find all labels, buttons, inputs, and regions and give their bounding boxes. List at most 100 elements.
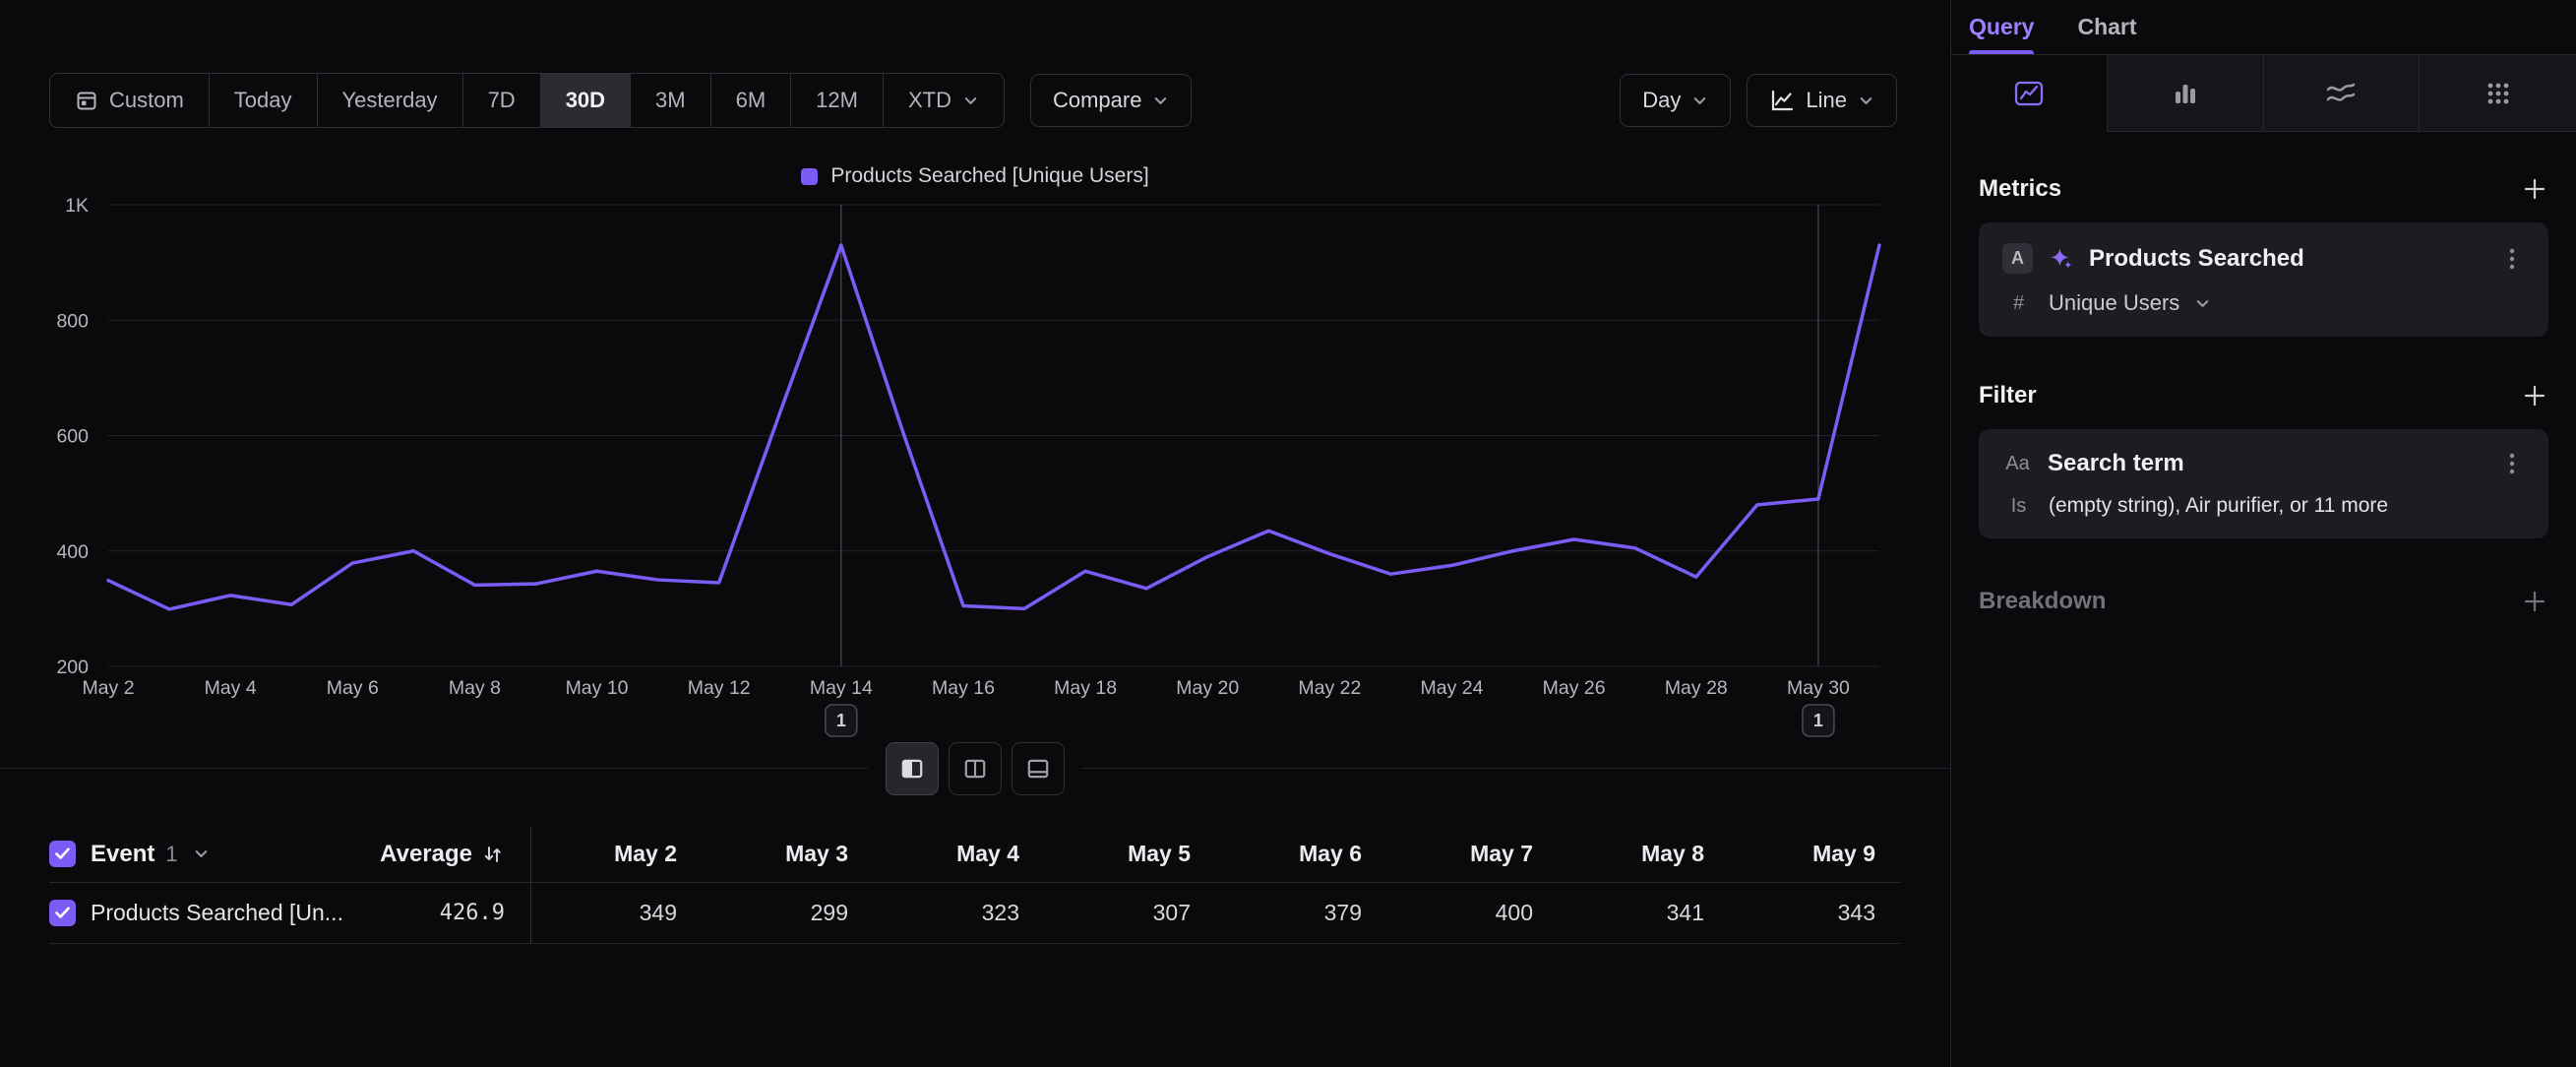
average-header-cell[interactable]: Average	[344, 826, 531, 882]
tab-query[interactable]: Query	[1969, 0, 2034, 54]
x-axis-label: May 20	[1176, 677, 1239, 699]
pivot-table-tab-icon	[2481, 76, 2516, 111]
chevron-down-icon	[1858, 93, 1874, 109]
average-value-cell: 426.9	[344, 883, 531, 943]
row-name: Products Searched [Un...	[91, 900, 343, 926]
range-label: 6M	[736, 88, 767, 113]
query-sidebar: Query Chart Metrics A Products Searc	[1950, 0, 2576, 1067]
chart-type-button[interactable]: Line	[1747, 74, 1897, 127]
range-label: 12M	[816, 88, 858, 113]
measure-row[interactable]: # Unique Users	[2002, 290, 2525, 316]
kebab-icon	[2509, 248, 2515, 270]
y-axis-label: 1K	[65, 195, 89, 217]
y-axis-label: 800	[56, 310, 89, 332]
add-filter-button[interactable]	[2521, 382, 2548, 409]
select-all-checkbox[interactable]	[49, 841, 76, 867]
bar-chart-tab-icon	[2168, 76, 2203, 111]
x-axis-label: May 22	[1298, 677, 1361, 699]
chevron-down-icon	[1691, 93, 1708, 109]
measure-label: Unique Users	[2049, 290, 2179, 316]
value-cell: 341	[1559, 900, 1730, 926]
date-column-header[interactable]: May 4	[874, 841, 1045, 867]
date-column-header[interactable]: May 9	[1730, 841, 1901, 867]
annotation-count: 1	[836, 711, 846, 730]
filter-condition-row[interactable]: Is (empty string), Air purifier, or 11 m…	[2002, 494, 2525, 518]
kebab-icon	[2509, 453, 2515, 474]
event-label: Event	[91, 841, 154, 868]
compare-button[interactable]: Compare	[1030, 74, 1192, 127]
range-12m[interactable]: 12M	[791, 74, 884, 127]
average-label: Average	[380, 841, 472, 868]
tab-label: Query	[1969, 14, 2034, 40]
number-prefix: #	[2003, 292, 2034, 315]
legend-label: Products Searched [Unique Users]	[830, 164, 1148, 188]
range-30d[interactable]: 30D	[541, 74, 631, 127]
range-6m[interactable]: 6M	[711, 74, 792, 127]
text-type-icon: Aa	[2002, 453, 2033, 475]
range-label: 7D	[488, 88, 516, 113]
add-metric-button[interactable]	[2521, 175, 2548, 203]
tab-line-chart[interactable]	[1951, 55, 2108, 132]
filter-menu-button[interactable]	[2499, 451, 2525, 476]
granularity-label: Day	[1642, 88, 1681, 113]
range-3m[interactable]: 3M	[631, 74, 711, 127]
line-chart-icon	[1769, 88, 1795, 113]
y-axis-label: 600	[56, 426, 89, 448]
date-column-header[interactable]: May 3	[703, 841, 874, 867]
granularity-button[interactable]: Day	[1620, 74, 1731, 127]
sort-icon[interactable]	[481, 843, 505, 866]
sidebar-content: Metrics A Products Searched # Unique Use…	[1951, 132, 2576, 615]
value-cell: 379	[1216, 900, 1387, 926]
view-toggle-table-only[interactable]	[1012, 742, 1065, 795]
view-toggle-chart-only[interactable]	[949, 742, 1002, 795]
add-breakdown-button[interactable]	[2521, 588, 2548, 615]
range-xtd[interactable]: XTD	[884, 74, 1004, 127]
x-axis-label: May 18	[1054, 677, 1117, 699]
table-header-row: Event 1 Average May 2May 3May 4May 5May …	[49, 826, 1901, 883]
range-today[interactable]: Today	[210, 74, 318, 127]
range-label: 30D	[566, 88, 605, 113]
chevron-down-icon	[193, 846, 210, 862]
date-column-header[interactable]: May 5	[1045, 841, 1216, 867]
average-value: 426.9	[440, 901, 505, 925]
range-label: 3M	[655, 88, 686, 113]
x-axis-label: May 26	[1543, 677, 1606, 699]
metric-card[interactable]: A Products Searched # Unique Users	[1979, 222, 2548, 337]
metric-menu-button[interactable]	[2499, 246, 2525, 272]
row-checkbox[interactable]	[49, 900, 76, 926]
main-panel: Custom Today Yesterday 7D 30D 3M 6M 12M …	[0, 0, 1950, 1067]
value-cell: 307	[1045, 900, 1216, 926]
tab-bar-chart[interactable]	[2108, 55, 2264, 132]
chevron-down-icon	[1152, 93, 1169, 109]
date-column-header[interactable]: May 2	[531, 841, 703, 867]
value-cell: 299	[703, 900, 874, 926]
range-custom[interactable]: Custom	[50, 74, 210, 127]
section-gap	[1979, 538, 2548, 588]
value-cell: 349	[531, 900, 703, 926]
tab-pivot-table[interactable]	[2420, 55, 2576, 132]
breakdown-section-header: Breakdown	[1979, 588, 2548, 615]
results-table: Event 1 Average May 2May 3May 4May 5May …	[49, 826, 1901, 944]
line-chart-tab-icon	[2011, 76, 2047, 111]
filter-card[interactable]: Aa Search term Is (empty string), Air pu…	[1979, 429, 2548, 538]
filter-name: Search term	[2048, 450, 2484, 477]
event-count: 1	[165, 842, 177, 867]
event-header-cell[interactable]: Event 1	[49, 826, 344, 882]
range-7d[interactable]: 7D	[463, 74, 541, 127]
series-line[interactable]	[108, 245, 1879, 609]
plus-icon	[2522, 383, 2547, 408]
range-yesterday[interactable]: Yesterday	[318, 74, 463, 127]
line-chart[interactable]: 2004006008001K11May 2May 4May 6May 8May …	[0, 195, 1950, 746]
tab-stacked-chart[interactable]	[2264, 55, 2421, 132]
chart-table-divider	[0, 768, 1950, 769]
date-column-header[interactable]: May 8	[1559, 841, 1730, 867]
filter-heading: Filter	[1979, 382, 2037, 409]
date-column-header[interactable]: May 6	[1216, 841, 1387, 867]
stacked-chart-tab-icon	[2323, 76, 2359, 111]
date-column-header[interactable]: May 7	[1387, 841, 1559, 867]
sidebar-tabbar: Query Chart	[1951, 0, 2576, 55]
tab-chart[interactable]: Chart	[2077, 0, 2136, 54]
x-axis-label: May 4	[205, 677, 257, 699]
chart-legend[interactable]: Products Searched [Unique Users]	[0, 161, 1950, 191]
view-toggle-split[interactable]	[886, 742, 939, 795]
